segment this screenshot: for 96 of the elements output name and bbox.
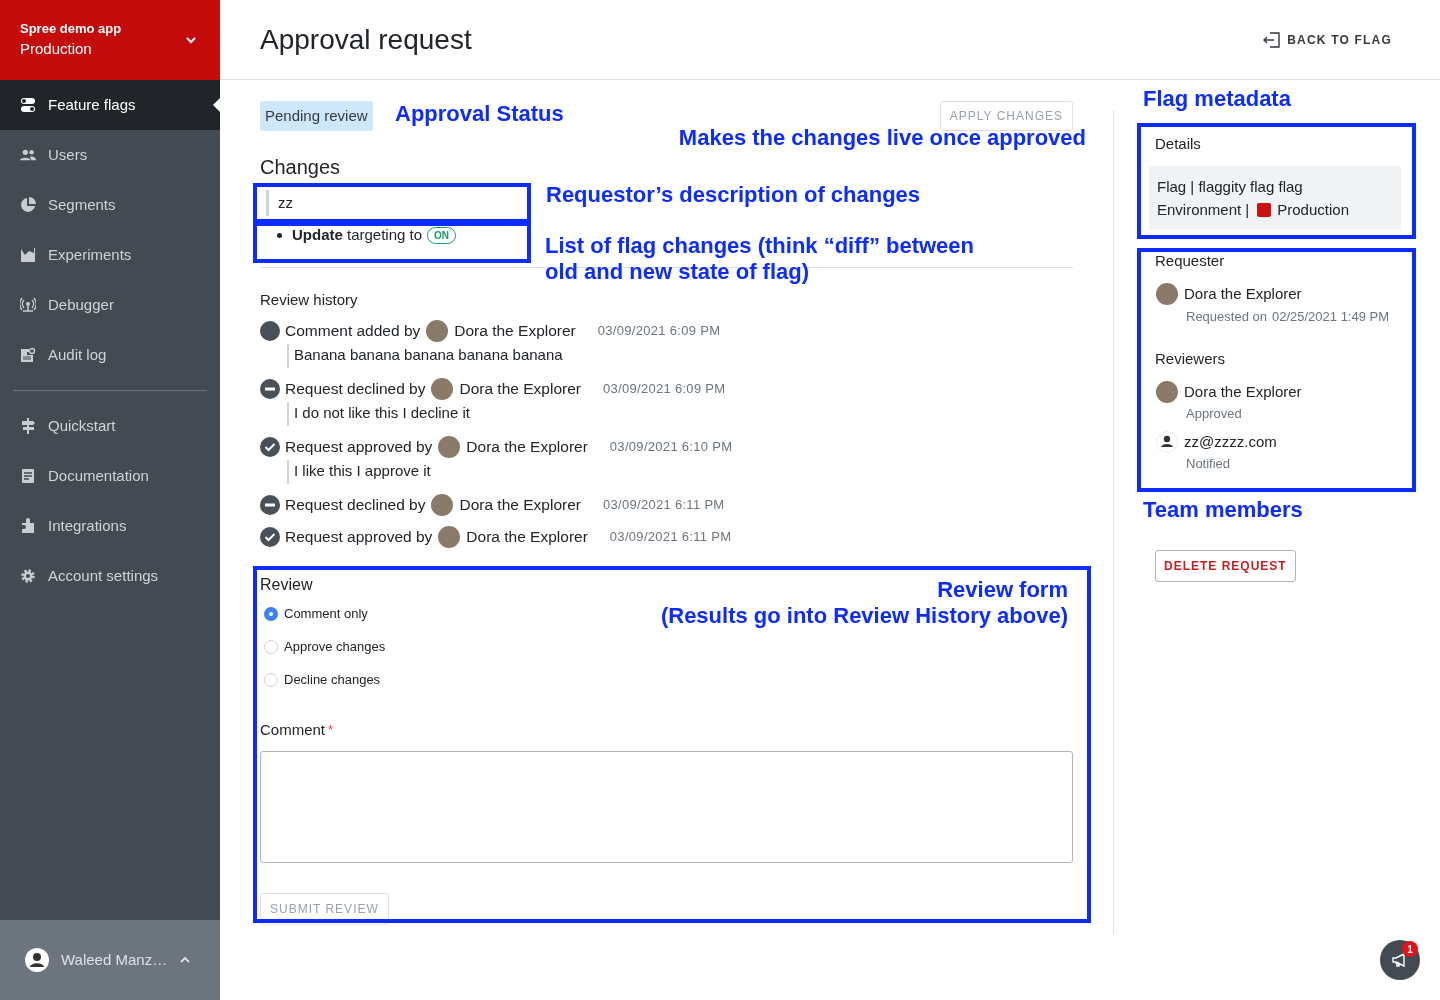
nav-item[interactable]: Account settings	[0, 551, 220, 601]
users-icon	[20, 147, 36, 163]
section-title: Requester	[1154, 251, 1226, 271]
annotation-label: Team members	[1143, 497, 1303, 523]
active-notch-icon	[213, 98, 220, 112]
radio-option[interactable]: Approve changes	[264, 636, 386, 657]
minus-circle-icon	[260, 494, 280, 515]
avatar-icon	[426, 319, 449, 342]
antenna-icon	[20, 297, 36, 313]
annotation-label: Review form (Results go into Review History above)	[660, 577, 1068, 629]
user-name: Dora the Explorer	[1184, 284, 1302, 304]
user-name: Waleed Manz…	[61, 949, 168, 970]
timestamp: 03/09/2021 6:11 PM	[602, 495, 725, 514]
check-circle-icon	[260, 436, 280, 457]
history-action: Request approved by	[285, 436, 433, 457]
history-action: Comment added by	[285, 320, 421, 341]
comment-text: Banana banana banana banana banana	[287, 343, 1073, 368]
section-title: Reviewers	[1154, 349, 1227, 369]
page-title: Approval request	[260, 22, 472, 57]
nav-item[interactable]: Debugger	[0, 280, 220, 330]
timestamp: 03/09/2021 6:09 PM	[602, 379, 726, 398]
nav-item[interactable]: Segments	[0, 180, 220, 230]
timestamp: 03/09/2021 6:09 PM	[597, 321, 721, 340]
toggle-icon	[20, 97, 36, 113]
check-circle-icon	[260, 526, 280, 547]
exit-arrow-icon	[1263, 30, 1282, 49]
nav-item[interactable]: Users	[0, 130, 220, 180]
timestamp: 03/09/2021 6:11 PM	[609, 527, 732, 546]
bullet-icon	[277, 232, 282, 238]
avatar-icon	[1156, 283, 1178, 306]
nav-item[interactable]: Experiments	[0, 230, 220, 280]
section-title: Review	[260, 574, 313, 595]
pie-chart-icon	[20, 197, 36, 213]
delete-request-button[interactable]: DELETE REQUEST	[1155, 550, 1296, 582]
avatar-icon	[1156, 381, 1178, 404]
history-action: Request declined by	[285, 378, 426, 399]
notification-count: 1	[1402, 941, 1418, 957]
section-title: Review history	[260, 289, 359, 310]
requested-label: Requested on	[1186, 307, 1267, 326]
section-title: Details	[1154, 134, 1202, 154]
minus-circle-icon	[260, 378, 280, 399]
avatar-icon	[438, 525, 461, 548]
person-icon	[1156, 431, 1178, 454]
nav-item[interactable]: Quickstart	[0, 401, 220, 451]
reviewer-status: Notified	[1185, 454, 1232, 473]
annotation-label: Flag metadata	[1143, 86, 1291, 112]
comment-text: I do not like this I decline it	[287, 401, 1073, 426]
status-badge: Pending review	[260, 101, 373, 131]
environment-label: Environment |	[1157, 200, 1250, 220]
user-avatar-icon	[25, 948, 49, 972]
avatar-icon	[438, 435, 461, 458]
nav-item[interactable]: Integrations	[0, 501, 220, 551]
timestamp: 03/09/2021 6:10 PM	[609, 437, 733, 456]
app-switcher[interactable]: Spree demo app Production	[0, 0, 220, 80]
radio-option[interactable]: Decline changes	[264, 669, 381, 690]
nav-item[interactable]: Audit log	[0, 330, 220, 380]
back-link[interactable]: BACK TO FLAG	[1263, 30, 1392, 49]
field-label: Comment	[260, 719, 326, 740]
app-name: Spree demo app	[20, 20, 122, 38]
annotation-label: Approval Status	[395, 101, 564, 127]
radio-button[interactable]	[264, 606, 278, 621]
user-name: Dora the Explorer	[454, 320, 576, 341]
timestamp: 02/25/2021 1:49 PM	[1271, 307, 1390, 326]
user-name: Dora the Explorer	[1184, 382, 1302, 402]
history-action: Request declined by	[285, 494, 426, 515]
section-title: Changes	[260, 155, 342, 179]
environment-name: Production	[1277, 200, 1349, 220]
flag-name: Flag | flaggity flag flag	[1157, 177, 1304, 197]
area-chart-icon	[20, 247, 36, 263]
radio-option[interactable]: Comment only	[264, 603, 368, 624]
annotation-label: List of flag changes (think “diff” between old and new state of flag)	[545, 233, 975, 285]
comment-input[interactable]	[260, 750, 1073, 863]
environment-name: Production	[20, 39, 93, 59]
history-action: Request approved by	[285, 526, 433, 547]
nav-item[interactable]: Documentation	[0, 451, 220, 501]
feedback-button[interactable]	[1380, 940, 1420, 980]
avatar-icon	[431, 493, 454, 516]
user-name: Dora the Explorer	[466, 436, 588, 457]
document-icon	[20, 468, 36, 484]
user-name: Dora the Explorer	[459, 494, 581, 515]
change-text: Update targeting to	[292, 225, 423, 245]
nav-item[interactable]: Feature flags	[0, 80, 220, 130]
dot-icon	[260, 320, 280, 341]
user-name: Dora the Explorer	[466, 526, 588, 547]
signpost-icon	[20, 418, 36, 434]
comment-text: I like this I approve it	[287, 459, 1073, 484]
puzzle-icon	[20, 518, 36, 534]
audit-document-icon	[20, 347, 36, 363]
annotation-label: Requestor’s description of changes	[546, 182, 921, 208]
reviewer-status: Approved	[1185, 404, 1243, 423]
settings-icon	[20, 568, 36, 584]
user-name: Dora the Explorer	[459, 378, 581, 399]
avatar-icon	[431, 377, 454, 400]
required-mark: *	[328, 720, 334, 739]
user-menu[interactable]: Waleed Manz…	[0, 920, 220, 1000]
user-name: zz@zzzz.com	[1184, 432, 1277, 452]
